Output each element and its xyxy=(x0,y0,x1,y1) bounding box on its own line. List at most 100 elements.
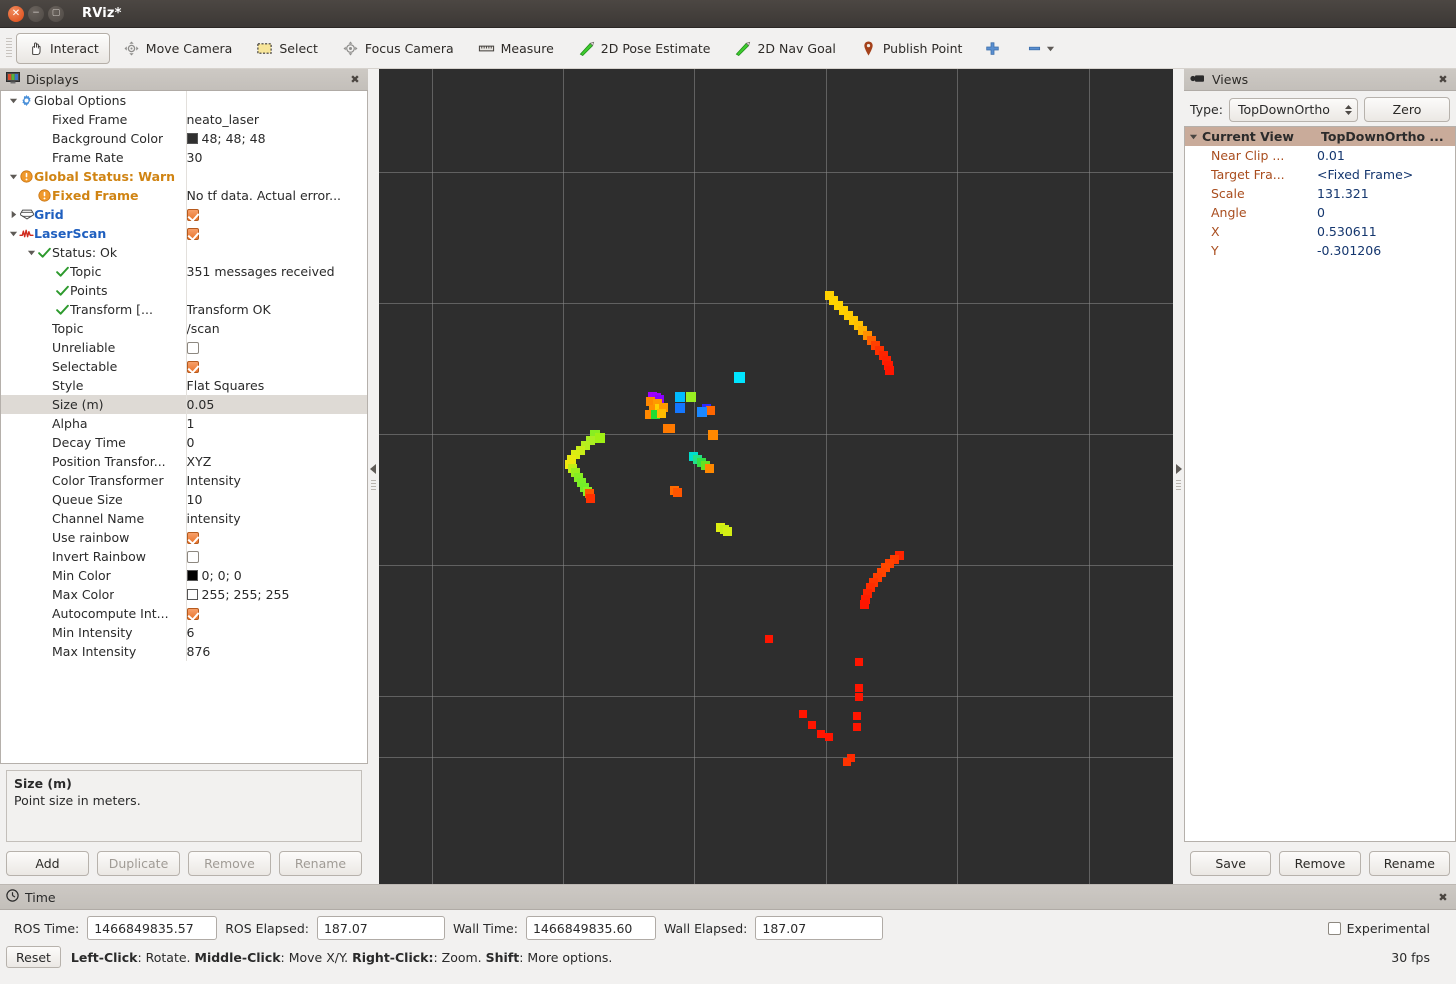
checkbox-checked-icon[interactable] xyxy=(186,532,199,544)
checkbox-unchecked-icon[interactable] xyxy=(186,342,199,354)
reset-button[interactable]: Reset xyxy=(6,946,61,968)
display-property-row[interactable]: Autocompute Int... xyxy=(1,604,367,623)
toolbar-select-button[interactable]: Select xyxy=(245,33,329,64)
display-property-row[interactable]: Invert Rainbow xyxy=(1,547,367,566)
experimental-toggle[interactable]: Experimental xyxy=(1327,921,1446,936)
window-close-icon[interactable]: ✕ xyxy=(8,5,24,22)
expand-arrow-right-icon[interactable] xyxy=(7,210,19,219)
display-property-row[interactable]: Max Color 255; 255; 255 xyxy=(1,585,367,604)
checkbox-checked-icon[interactable] xyxy=(186,361,199,373)
ros-time-input[interactable]: 1466849835.57 xyxy=(87,916,218,940)
display-property-value[interactable]: 10 xyxy=(186,490,367,509)
display-property-row[interactable]: Position Transfor... XYZ xyxy=(1,452,367,471)
right-splitter-grip-icon[interactable] xyxy=(1176,479,1181,492)
view-property-value[interactable]: <Fixed Frame> xyxy=(1317,165,1455,184)
view-property-value[interactable]: 131.321 xyxy=(1317,184,1455,203)
display-property-value[interactable]: /scan xyxy=(186,319,367,338)
display-property-value[interactable]: neato_laser xyxy=(186,110,367,129)
display-property-row[interactable]: Decay Time 0 xyxy=(1,433,367,452)
display-property-row[interactable]: Color Transformer Intensity xyxy=(1,471,367,490)
left-splitter[interactable] xyxy=(368,69,379,884)
wall-time-input[interactable]: 1466849835.60 xyxy=(525,916,656,940)
wall-elapsed-input[interactable]: 187.07 xyxy=(755,916,884,940)
checkbox-unchecked-icon[interactable] xyxy=(1327,921,1341,935)
display-property-row[interactable]: Status: Ok xyxy=(1,243,367,262)
display-property-row[interactable]: Points xyxy=(1,281,367,300)
display-property-value[interactable]: Flat Squares xyxy=(186,376,367,395)
checkbox-unchecked-icon[interactable] xyxy=(186,551,199,563)
display-property-value[interactable] xyxy=(186,243,367,262)
color-swatch[interactable] xyxy=(186,570,198,581)
display-property-value[interactable]: XYZ xyxy=(186,452,367,471)
display-property-value[interactable] xyxy=(186,167,367,186)
chevron-down-icon[interactable] xyxy=(1046,44,1055,53)
display-property-value[interactable] xyxy=(186,224,367,243)
save-view-button[interactable]: Save xyxy=(1190,851,1272,876)
display-property-value[interactable]: 1 xyxy=(186,414,367,433)
display-property-value[interactable]: 30 xyxy=(186,148,367,167)
rename-view-button[interactable]: Rename xyxy=(1368,851,1450,876)
view-property-row[interactable]: Y -0.301206 xyxy=(1185,241,1455,260)
display-property-row[interactable]: Max Intensity 876 xyxy=(1,642,367,661)
displays-tree[interactable]: Global Options Fixed Frame neato_laser Back… xyxy=(0,91,368,764)
display-property-row[interactable]: Style Flat Squares xyxy=(1,376,367,395)
color-swatch[interactable] xyxy=(186,589,198,600)
toolbar-2d-pose-estimate-button[interactable]: 2D Pose Estimate xyxy=(567,33,722,64)
display-property-row[interactable]: Selectable xyxy=(1,357,367,376)
display-property-row[interactable]: Frame Rate 30 xyxy=(1,148,367,167)
display-property-value[interactable]: 0.05 xyxy=(186,395,367,414)
left-splitter-grip-icon[interactable] xyxy=(371,479,376,492)
toolbar-move-camera-button[interactable]: Move Camera xyxy=(112,33,244,64)
toolbar-focus-camera-button[interactable]: Focus Camera xyxy=(331,33,465,64)
expand-arrow-down-icon[interactable] xyxy=(7,96,19,105)
display-property-value[interactable] xyxy=(186,338,367,357)
chevron-updown-icon[interactable] xyxy=(1344,104,1353,116)
display-property-value[interactable] xyxy=(186,528,367,547)
render-view-3d[interactable] xyxy=(379,69,1173,884)
toolbar-publish-point-button[interactable]: Publish Point xyxy=(849,33,974,64)
display-property-value[interactable] xyxy=(186,357,367,376)
display-property-row[interactable]: Alpha 1 xyxy=(1,414,367,433)
display-property-value[interactable]: Intensity xyxy=(186,471,367,490)
zero-button[interactable]: Zero xyxy=(1364,97,1450,122)
display-property-value[interactable]: 351 messages received xyxy=(186,262,367,281)
time-close-icon[interactable]: ✖ xyxy=(1436,890,1450,904)
expand-arrow-down-icon[interactable] xyxy=(7,172,19,181)
display-property-value[interactable] xyxy=(186,281,367,300)
display-property-row[interactable]: Global Options xyxy=(1,91,367,110)
display-property-value[interactable]: intensity xyxy=(186,509,367,528)
color-swatch[interactable] xyxy=(186,133,198,144)
display-property-value[interactable] xyxy=(186,604,367,623)
display-property-row[interactable]: Fixed Frame neato_laser xyxy=(1,110,367,129)
checkbox-checked-icon[interactable] xyxy=(186,228,199,240)
toolbar-interact-button[interactable]: Interact xyxy=(16,32,110,64)
add-tool-button[interactable] xyxy=(975,33,1010,64)
display-property-value[interactable]: Transform OK xyxy=(186,300,367,319)
display-property-value[interactable]: 0; 0; 0 xyxy=(186,566,367,585)
display-property-value[interactable]: 48; 48; 48 xyxy=(186,129,367,148)
display-property-row[interactable]: Min Intensity 6 xyxy=(1,623,367,642)
view-property-value[interactable]: 0.530611 xyxy=(1317,222,1455,241)
view-property-row[interactable]: Angle 0 xyxy=(1185,203,1455,222)
display-property-row[interactable]: Global Status: Warn xyxy=(1,167,367,186)
display-property-value[interactable]: 0 xyxy=(186,433,367,452)
display-property-value[interactable]: 255; 255; 255 xyxy=(186,585,367,604)
right-splitter[interactable] xyxy=(1173,69,1184,884)
view-property-value[interactable]: 0 xyxy=(1317,203,1455,222)
window-minimize-icon[interactable]: − xyxy=(28,5,44,22)
display-property-row[interactable]: Min Color 0; 0; 0 xyxy=(1,566,367,585)
remove-tool-button[interactable] xyxy=(1012,33,1061,64)
checkbox-checked-icon[interactable] xyxy=(186,209,199,221)
display-property-value[interactable]: 876 xyxy=(186,642,367,661)
remove-view-button[interactable]: Remove xyxy=(1279,851,1361,876)
display-property-value[interactable] xyxy=(186,547,367,566)
toolbar-grip-icon[interactable] xyxy=(4,38,14,58)
display-property-row[interactable]: Topic 351 messages received xyxy=(1,262,367,281)
display-property-row[interactable]: LaserScan xyxy=(1,224,367,243)
display-property-row[interactable]: Use rainbow xyxy=(1,528,367,547)
view-property-value[interactable]: 0.01 xyxy=(1317,146,1455,165)
display-property-value[interactable]: 6 xyxy=(186,623,367,642)
toolbar-2d-nav-goal-button[interactable]: 2D Nav Goal xyxy=(723,33,846,64)
display-property-row[interactable]: Channel Name intensity xyxy=(1,509,367,528)
add-display-button[interactable]: Add xyxy=(6,851,89,876)
